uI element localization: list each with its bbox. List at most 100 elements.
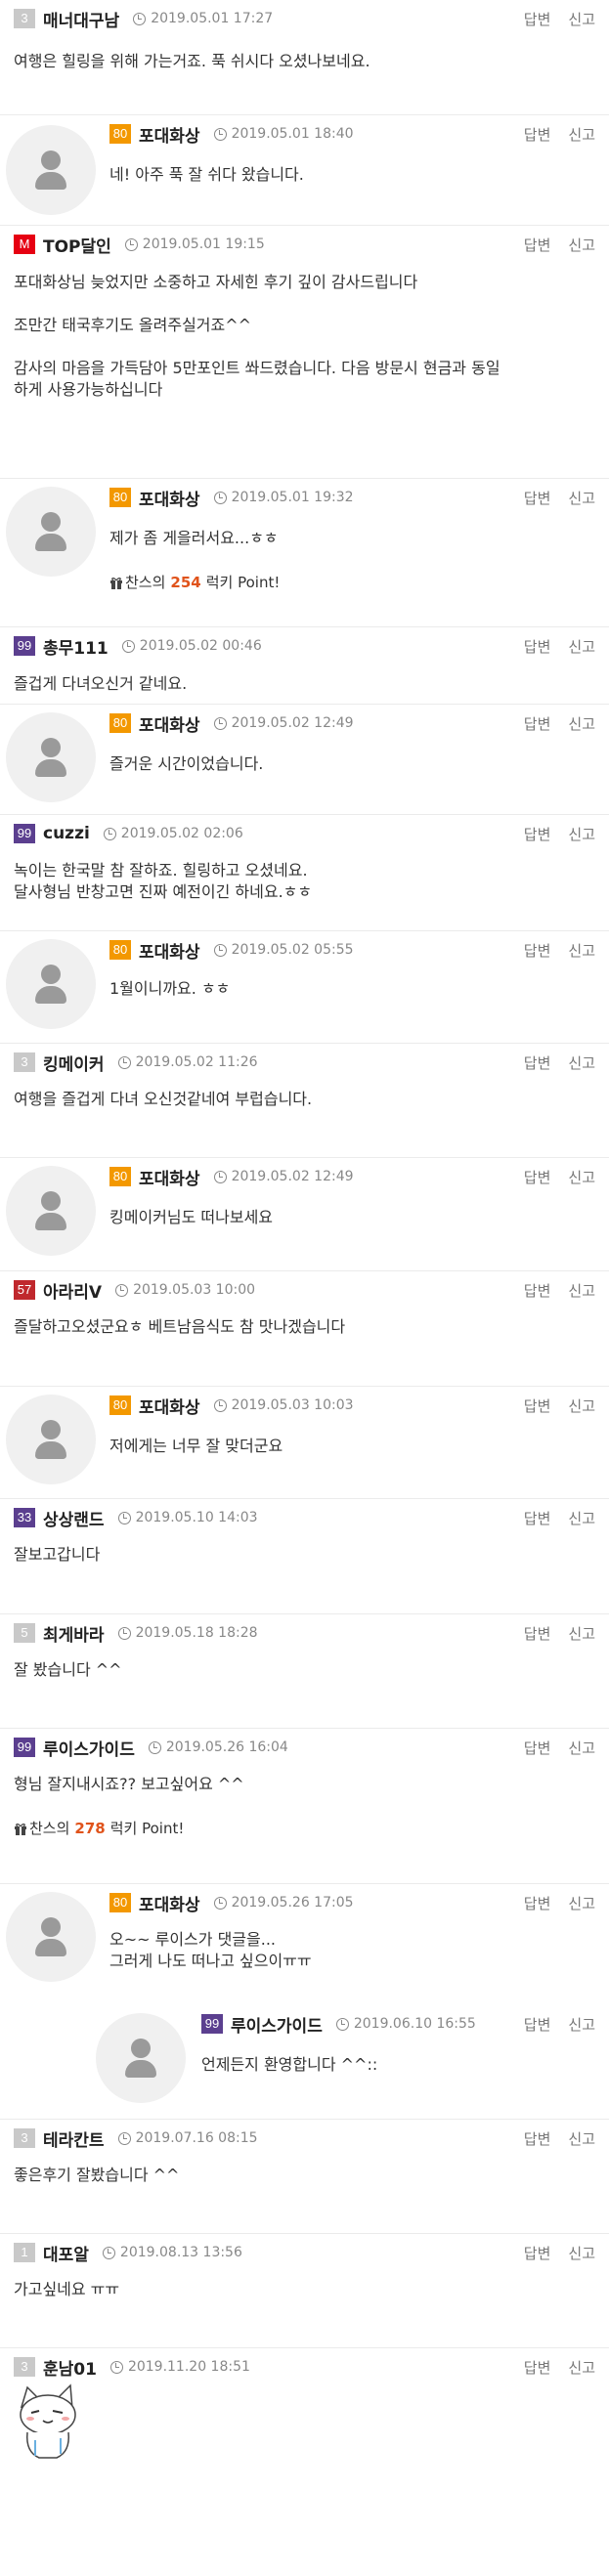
author-name[interactable]: 대포알	[43, 2241, 89, 2265]
avatar	[6, 125, 96, 215]
reply-button[interactable]: 답변	[524, 636, 551, 657]
report-button[interactable]: 신고	[568, 940, 595, 961]
author-name[interactable]: 포대화상	[139, 711, 200, 736]
author-name[interactable]: 상상랜드	[43, 1506, 105, 1530]
author-name[interactable]: 포대화상	[139, 122, 200, 147]
author-name[interactable]: cuzzi	[43, 824, 90, 843]
report-button[interactable]: 신고	[568, 2128, 595, 2149]
report-button[interactable]: 신고	[568, 636, 595, 657]
reply-button[interactable]: 답변	[524, 235, 551, 255]
author-name[interactable]: 포대화상	[139, 1165, 200, 1189]
level-badge: 80	[109, 940, 131, 960]
comment-list: 3 매너대구남 2019.05.01 17:27 답변 신고 여행은 힐링을 위해 가…	[0, 0, 609, 2466]
clock-icon	[133, 12, 147, 25]
report-button[interactable]: 신고	[568, 1738, 595, 1758]
author-name[interactable]: 최게바라	[43, 1621, 105, 1646]
report-button[interactable]: 신고	[568, 2014, 595, 2035]
reply-button[interactable]: 답변	[524, 1738, 551, 1758]
report-button[interactable]: 신고	[568, 488, 595, 508]
point-value: 254	[170, 574, 201, 591]
comment-item: 3 테라칸트 2019.07.16 08:15 답변 신고 좋은후기 잘봤습니다 ^^	[0, 2120, 609, 2234]
clock-icon	[148, 1740, 161, 1754]
author-name[interactable]: 포대화상	[139, 1891, 200, 1915]
report-button[interactable]: 신고	[568, 824, 595, 844]
reply-button[interactable]: 답변	[524, 1280, 551, 1301]
author-name[interactable]: 훈남01	[43, 2355, 97, 2380]
reply-button[interactable]: 답변	[524, 824, 551, 844]
author-name[interactable]: 루이스가이드	[43, 1736, 135, 1760]
reply-button[interactable]: 답변	[524, 1623, 551, 1644]
level-badge: 5	[14, 1623, 35, 1643]
comment-date: 2019.05.02 12:49	[231, 1169, 354, 1184]
comment-text: 즐거운 시간이었습니다.	[109, 754, 264, 773]
reply-button[interactable]: 답변	[524, 2357, 551, 2378]
reply-button[interactable]: 답변	[524, 713, 551, 734]
reply-button[interactable]: 답변	[524, 124, 551, 145]
reply-button[interactable]: 답변	[524, 9, 551, 29]
level-badge: 3	[14, 2357, 35, 2377]
report-button[interactable]: 신고	[568, 2357, 595, 2378]
level-badge: 3	[14, 9, 35, 28]
reply-button[interactable]: 답변	[524, 2014, 551, 2035]
level-badge: M	[14, 235, 35, 254]
comment-text: 가고싶네요 ㅠㅠ	[14, 2280, 120, 2298]
author-name[interactable]: TOP달인	[43, 233, 111, 257]
comment-item: 99 루이스가이드 2019.05.26 16:04 답변 신고 형님 잘지내시죠??…	[0, 1729, 609, 1884]
comment-text: 잘보고갑니다	[14, 1545, 101, 1564]
reply-button[interactable]: 답변	[524, 488, 551, 508]
level-badge: 99	[14, 1738, 35, 1757]
report-button[interactable]: 신고	[568, 1623, 595, 1644]
author-name[interactable]: 총무111	[43, 634, 109, 659]
level-badge: 3	[14, 2128, 35, 2148]
comment-date: 2019.05.01 18:40	[231, 126, 354, 142]
author-name[interactable]: 루이스가이드	[231, 2012, 323, 2037]
reply-item: 80 포대화상 2019.05.02 05:55 답변 신고 1월이니까요. ㅎㅎ	[0, 931, 609, 1044]
comment-text: 저에게는 너무 잘 맞더군요	[109, 1437, 283, 1455]
level-badge: 80	[109, 124, 131, 144]
gift-icon	[15, 1823, 26, 1835]
reply-item: 80 포대화상 2019.05.02 12:49 답변 신고 즐거운 시간이었습니다.	[0, 705, 609, 815]
report-button[interactable]: 신고	[568, 9, 595, 29]
clock-icon	[335, 2017, 349, 2031]
comment-item: 99 cuzzi 2019.05.02 02:06 답변 신고 녹이는 한국말 참 잘…	[0, 815, 609, 931]
comment-date: 2019.05.26 16:04	[165, 1739, 288, 1755]
author-name[interactable]: 포대화상	[139, 1394, 200, 1418]
reply-item: 80 포대화상 2019.05.03 10:03 답변 신고 저에게는 너무 잘 맞더…	[0, 1387, 609, 1499]
level-badge: 33	[14, 1508, 35, 1527]
report-button[interactable]: 신고	[568, 1395, 595, 1416]
comment-date: 2019.05.02 11:26	[135, 1054, 258, 1070]
report-button[interactable]: 신고	[568, 1508, 595, 1528]
reply-button[interactable]: 답변	[524, 1508, 551, 1528]
comment-date: 2019.06.10 16:55	[353, 2016, 476, 2032]
report-button[interactable]: 신고	[568, 1167, 595, 1187]
level-badge: 80	[109, 1395, 131, 1415]
point-prefix: 찬스의	[29, 1820, 70, 1837]
reply-button[interactable]: 답변	[524, 1167, 551, 1187]
reply-button[interactable]: 답변	[524, 940, 551, 961]
reply-button[interactable]: 답변	[524, 1395, 551, 1416]
comment-text: 즐겁게 다녀오신거 같네요.	[14, 674, 188, 693]
comment-item: 33 상상랜드 2019.05.10 14:03 답변 신고 잘보고갑니다	[0, 1499, 609, 1614]
report-button[interactable]: 신고	[568, 1280, 595, 1301]
reply-button[interactable]: 답변	[524, 2128, 551, 2149]
level-badge: 57	[14, 1280, 35, 1300]
author-name[interactable]: 킹메이커	[43, 1051, 105, 1075]
author-name[interactable]: 포대화상	[139, 938, 200, 963]
reply-button[interactable]: 답변	[524, 1052, 551, 1073]
comment-date: 2019.05.10 14:03	[135, 1510, 258, 1525]
report-button[interactable]: 신고	[568, 235, 595, 255]
author-name[interactable]: 포대화상	[139, 486, 200, 510]
report-button[interactable]: 신고	[568, 713, 595, 734]
avatar	[96, 2013, 186, 2103]
report-button[interactable]: 신고	[568, 1893, 595, 1913]
avatar	[6, 1166, 96, 1256]
report-button[interactable]: 신고	[568, 124, 595, 145]
comment-date: 2019.11.20 18:51	[127, 2359, 250, 2375]
report-button[interactable]: 신고	[568, 2243, 595, 2263]
author-name[interactable]: 테라칸트	[43, 2126, 105, 2151]
reply-button[interactable]: 답변	[524, 1893, 551, 1913]
reply-button[interactable]: 답변	[524, 2243, 551, 2263]
author-name[interactable]: 아라리V	[43, 1278, 102, 1303]
report-button[interactable]: 신고	[568, 1052, 595, 1073]
author-name[interactable]: 매너대구남	[43, 7, 119, 31]
